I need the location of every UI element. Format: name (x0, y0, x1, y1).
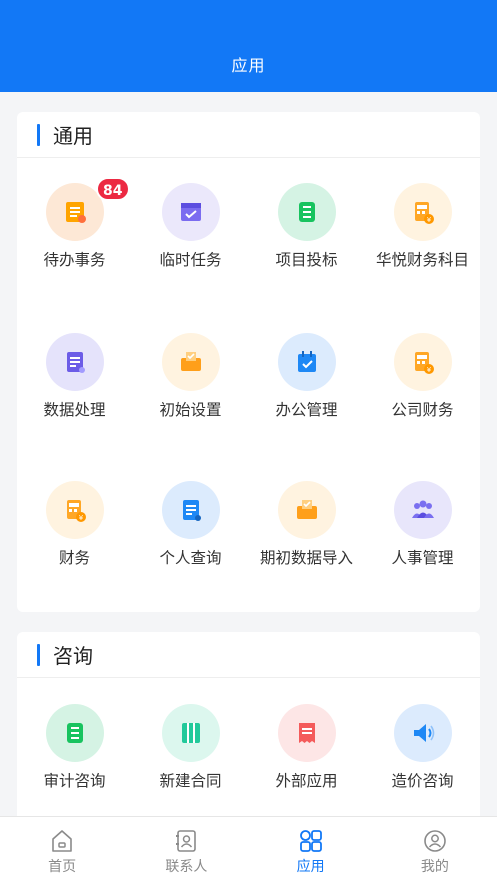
speaker-icon (393, 704, 452, 762)
apps-grid-icon (299, 830, 322, 852)
app-item-external-apps[interactable]: 外部应用 (249, 704, 364, 792)
tab-label: 联系人 (165, 859, 208, 875)
app-item-label: 造价咨询 (391, 772, 454, 790)
contacts-icon (176, 830, 197, 852)
app-item-label: 财务 (58, 549, 90, 567)
app-item-label: 新建合同 (159, 772, 222, 790)
tab-home[interactable]: 首页 (0, 817, 124, 883)
top-header: 应用 (0, 0, 497, 92)
app-item-label: 外部应用 (275, 772, 338, 790)
section-header: 通用 (17, 112, 480, 158)
app-item-label: 审计咨询 (43, 772, 106, 790)
app-item-label: 项目投标 (275, 251, 338, 269)
svg-text:¥: ¥ (426, 366, 431, 374)
calculator-icon: ¥ (393, 333, 452, 391)
tab-apps[interactable]: 应用 (249, 817, 373, 883)
section-title: 通用 (53, 124, 93, 148)
tab-label: 首页 (48, 859, 77, 875)
app-item-initial-settings[interactable]: 初始设置 (133, 333, 248, 421)
app-item-label: 临时任务 (159, 251, 222, 269)
tab-contacts[interactable]: 联系人 (124, 817, 248, 883)
app-item-label: 公司财务 (391, 401, 454, 419)
calculator-icon: ¥ (45, 481, 104, 539)
app-item-label: 办公管理 (275, 401, 338, 419)
app-item-finance[interactable]: ¥ 财务 (17, 481, 132, 569)
app-item-cost-consulting[interactable]: 造价咨询 (365, 704, 480, 792)
app-item-bidding[interactable]: 项目投标 (249, 183, 364, 271)
app-item-label: 华悦财务科目 (375, 251, 469, 269)
box-icon (161, 333, 220, 391)
app-item-company-finance[interactable]: ¥ 公司财务 (365, 333, 480, 421)
app-item-label: 初始设置 (159, 401, 222, 419)
doc-search-icon (161, 481, 220, 539)
page-title: 应用 (231, 56, 266, 75)
tab-me[interactable]: 我的 (373, 817, 497, 883)
app-item-label: 待办事务 (43, 251, 106, 269)
section-accent-bar (37, 643, 40, 666)
app-item-audit-consulting[interactable]: 审计咨询 (17, 704, 132, 792)
calendar-icon (277, 333, 336, 391)
app-item-new-contract[interactable]: 新建合同 (133, 704, 248, 792)
section-title: 咨询 (53, 644, 93, 668)
notification-badge: 84 (96, 177, 130, 201)
tab-label: 我的 (420, 859, 449, 875)
list-icon (45, 704, 104, 762)
todo-icon: 84 (45, 177, 130, 241)
section-header: 咨询 (17, 632, 480, 678)
bidding-icon (277, 183, 336, 241)
app-item-label: 期初数据导入 (259, 549, 353, 567)
box-icon (277, 481, 336, 539)
data-doc-icon (45, 333, 104, 391)
user-icon (424, 830, 446, 852)
app-item-personal-query[interactable]: 个人查询 (133, 481, 248, 569)
people-icon (393, 481, 452, 539)
section-accent-bar (37, 123, 40, 146)
app-item-opening-data-import[interactable]: 期初数据导入 (249, 481, 364, 569)
app-item-temp-task[interactable]: 临时任务 (133, 183, 248, 271)
app-item-label: 个人查询 (159, 549, 222, 567)
home-icon (52, 830, 72, 852)
svg-text:¥: ¥ (426, 216, 431, 224)
receipt-icon (277, 704, 336, 762)
app-item-label: 数据处理 (43, 401, 106, 419)
bottom-tab-bar: 首页 联系人 应用 我的 (0, 816, 497, 883)
app-item-data-processing[interactable]: 数据处理 (17, 333, 132, 421)
app-item-label: 人事管理 (391, 549, 454, 567)
tab-label: 应用 (296, 859, 325, 875)
app-item-huayue-finance[interactable]: ¥ 华悦财务科目 (365, 183, 480, 271)
app-item-todo[interactable]: 84 待办事务 (17, 177, 132, 271)
contract-icon (161, 704, 220, 762)
app-item-office-management[interactable]: 办公管理 (249, 333, 364, 421)
section-consulting: 咨询 审计咨询 新建合同 外部应用 造价咨询 (17, 632, 480, 832)
calculator-icon: ¥ (393, 183, 452, 241)
app-item-hr-management[interactable]: 人事管理 (365, 481, 480, 569)
svg-text:¥: ¥ (78, 514, 83, 522)
section-general: 通用 84 待办事务 临时任务 项目投标 ¥ 华悦财务科目 数据处理 初始设置 … (17, 112, 480, 612)
temp-task-icon (161, 183, 220, 241)
